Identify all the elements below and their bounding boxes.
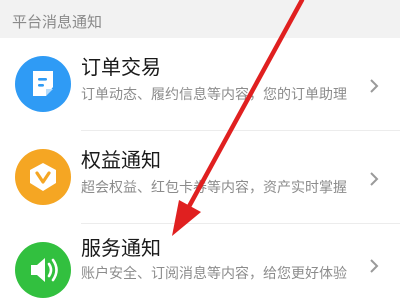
document-icon <box>15 56 71 112</box>
chevron-right-icon <box>370 259 379 273</box>
section-header: 平台消息通知 <box>0 0 400 38</box>
list-item-benefit-notice[interactable]: 权益通知 超会权益、红包卡券等内容，资产实时掌握 <box>0 131 400 223</box>
speaker-icon <box>15 242 71 298</box>
item-description: 账户安全、订阅消息等内容，给您更好体验 <box>81 266 347 282</box>
item-title: 订单交易 <box>81 55 161 79</box>
chevron-right-icon <box>370 172 379 186</box>
chevron-right-icon <box>370 79 379 93</box>
v-shield-icon <box>15 149 71 205</box>
item-description: 订单动态、履约信息等内容，您的订单助理 <box>81 87 347 103</box>
item-description: 超会权益、红包卡券等内容，资产实时掌握 <box>81 180 347 196</box>
list-item-service-notice[interactable]: 服务通知 账户安全、订阅消息等内容，给您更好体验 <box>0 224 400 300</box>
section-header-label: 平台消息通知 <box>12 13 103 31</box>
list-item-order-trade[interactable]: 订单交易 订单动态、履约信息等内容，您的订单助理 <box>0 38 400 130</box>
item-title: 服务通知 <box>81 236 161 260</box>
item-title: 权益通知 <box>81 148 161 172</box>
